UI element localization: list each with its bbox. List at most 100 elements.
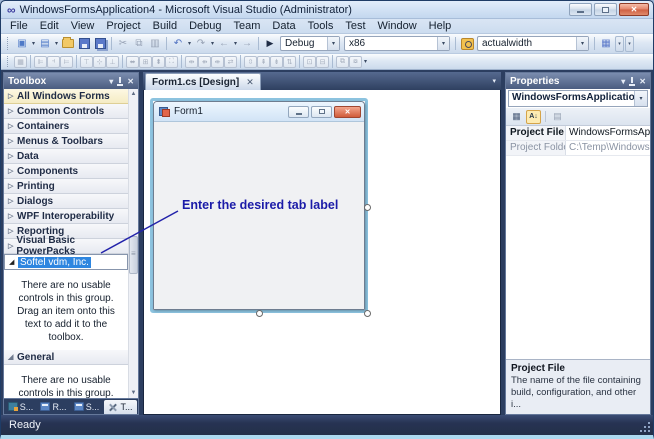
align-middles-button[interactable]: ⊹ [93,56,106,68]
close-panel-icon[interactable]: ✕ [127,77,134,86]
undo-dropdown[interactable]: ▾ [186,40,193,47]
solution-configurations-combo[interactable]: Debug ▾ [280,36,340,51]
remove-vertical-spacing-button[interactable]: ⇅ [283,56,296,68]
align-bottoms-button[interactable]: ⊥ [106,56,119,68]
alphabetical-button[interactable]: A↓ [526,110,541,124]
close-panel-icon[interactable]: ✕ [639,77,646,86]
toolbar-options-button[interactable]: ▾ [625,36,634,52]
save-button[interactable] [76,36,92,51]
toolbox-scrollbar[interactable]: ▲ ▼ [128,89,138,398]
close-document-icon[interactable]: ✕ [246,77,254,88]
new-project-button[interactable]: ▣ [14,36,30,51]
menu-window[interactable]: Window [372,19,423,33]
remove-horizontal-spacing-button[interactable]: ⇄ [224,56,237,68]
toolbox-category-printing[interactable]: ▷Printing [4,179,128,194]
resize-handle-bottom-right[interactable] [364,310,371,317]
resize-handle-right[interactable] [364,204,371,211]
solution-platforms-combo[interactable]: x86 ▾ [344,36,450,51]
decrease-vertical-spacing-button[interactable]: ⇟ [270,56,283,68]
decrease-horizontal-spacing-button[interactable]: ⇺ [211,56,224,68]
copy-button[interactable]: ⧉ [131,36,147,51]
window-position-icon[interactable]: ▾ [109,77,113,86]
start-debugging-button[interactable]: ▶ [262,36,278,51]
combo-dropdown-icon[interactable]: ▾ [634,91,647,106]
redo-dropdown[interactable]: ▾ [209,40,216,47]
toolbox-category-data[interactable]: ▷Data [4,149,128,164]
paste-button[interactable]: ▥ [147,36,163,51]
navigate-forward-button[interactable]: → [239,36,255,51]
menu-project[interactable]: Project [100,19,146,33]
increase-vertical-spacing-button[interactable]: ⇞ [257,56,270,68]
cut-button[interactable]: ✂ [115,36,131,51]
toolbox-category-containers[interactable]: ▷Containers [4,119,128,134]
toolbox-category-softel-rename-field[interactable]: ◢Softel vdm, Inc. [4,254,128,270]
property-pages-button[interactable]: ▤ [550,110,565,124]
menu-test[interactable]: Test [339,19,371,33]
menu-debug[interactable]: Debug [183,19,227,33]
add-item-dropdown[interactable]: ▾ [53,40,60,47]
menu-tools[interactable]: Tools [302,19,340,33]
send-to-back-button[interactable]: ⧇ [349,56,362,68]
navigate-backward-button[interactable]: ← [216,36,232,51]
find-in-files-button[interactable] [459,36,475,51]
toolbox-header[interactable]: Toolbox ▾ ✕ [4,73,138,89]
object-selector-combo[interactable]: WindowsFormsApplication4 Pro ▾ [508,90,648,107]
resize-grip[interactable] [641,423,650,432]
designed-form-titlebar[interactable]: Form1 ✕ [154,102,364,122]
design-surface[interactable]: Form1 ✕ [143,90,501,415]
property-value[interactable]: WindowsFormsAp [566,126,650,140]
menu-edit[interactable]: Edit [34,19,65,33]
tab-solution-explorer[interactable]: S... [70,399,103,414]
make-vertical-spacing-equal-button[interactable]: ⇳ [244,56,257,68]
title-bar[interactable]: ∞ WindowsFormsApplication4 - Microsoft V… [1,1,653,19]
toolbox-category-components[interactable]: ▷Components [4,164,128,179]
increase-horizontal-spacing-button[interactable]: ⇻ [198,56,211,68]
restore-button[interactable] [594,3,617,16]
size-to-grid-button[interactable]: ⊞ [139,56,152,68]
make-same-size-button[interactable]: ⛶ [165,56,178,68]
toolbox-category-dialogs[interactable]: ▷Dialogs [4,194,128,209]
auto-hide-pin-icon[interactable] [117,77,123,86]
active-files-dropdown-icon[interactable]: ▾ [492,77,496,85]
toolbox-category-vb-powerpacks[interactable]: ▷Visual Basic PowerPacks [4,239,128,254]
form-client-area[interactable] [154,122,364,309]
toolbox-category-general[interactable]: ◢General [4,350,128,365]
align-rights-button[interactable]: ⊨ [60,56,73,68]
tab-form1-design[interactable]: Form1.cs [Design] ✕ [145,73,261,90]
combo-dropdown-icon[interactable]: ▾ [437,37,449,50]
redo-button[interactable]: ↷ [193,36,209,51]
solution-explorer-button[interactable]: ▦ [598,36,614,51]
center-horizontally-button[interactable]: ⊡ [303,56,316,68]
menu-data[interactable]: Data [266,19,301,33]
designed-form[interactable]: Form1 ✕ [153,101,365,310]
undo-button[interactable]: ↶ [170,36,186,51]
tab-resource-view[interactable]: R... [37,399,70,414]
scroll-up-icon[interactable]: ▲ [129,89,139,99]
close-button[interactable]: ✕ [619,3,649,16]
minimize-button[interactable] [569,3,592,16]
toolbox-category-name-edit[interactable]: Softel vdm, Inc. [18,257,91,268]
toolbar-grip[interactable] [7,56,10,67]
align-centers-button[interactable]: ⫞ [47,56,60,68]
make-same-width-button[interactable]: ⬌ [126,56,139,68]
add-item-button[interactable]: ▤ [37,36,53,51]
property-row-project-folder[interactable]: Project Folde C:\Temp\Windows [506,141,650,156]
align-tops-button[interactable]: ⊤ [80,56,93,68]
menu-build[interactable]: Build [147,19,183,33]
tab-toolbox[interactable]: T... [104,400,137,414]
layout-toolbar-overflow[interactable]: ▾ [362,58,369,65]
form-selection-border[interactable]: Form1 ✕ [150,98,368,313]
combo-dropdown-icon[interactable]: ▾ [576,37,588,50]
menu-help[interactable]: Help [423,19,458,33]
resize-handle-bottom[interactable] [256,310,263,317]
save-all-button[interactable] [92,36,108,51]
menu-view[interactable]: View [65,19,101,33]
auto-hide-pin-icon[interactable] [629,77,635,86]
toolbox-category-all-windows-forms[interactable]: ▷All Windows Forms [4,89,128,104]
find-combo[interactable]: actualwidth ▾ [477,36,589,51]
toolbox-category-common-controls[interactable]: ▷Common Controls [4,104,128,119]
navigate-backward-dropdown[interactable]: ▾ [232,40,239,47]
make-horizontal-spacing-equal-button[interactable]: ⇹ [185,56,198,68]
categorized-button[interactable]: ▦ [509,110,524,124]
menu-file[interactable]: File [4,19,34,33]
